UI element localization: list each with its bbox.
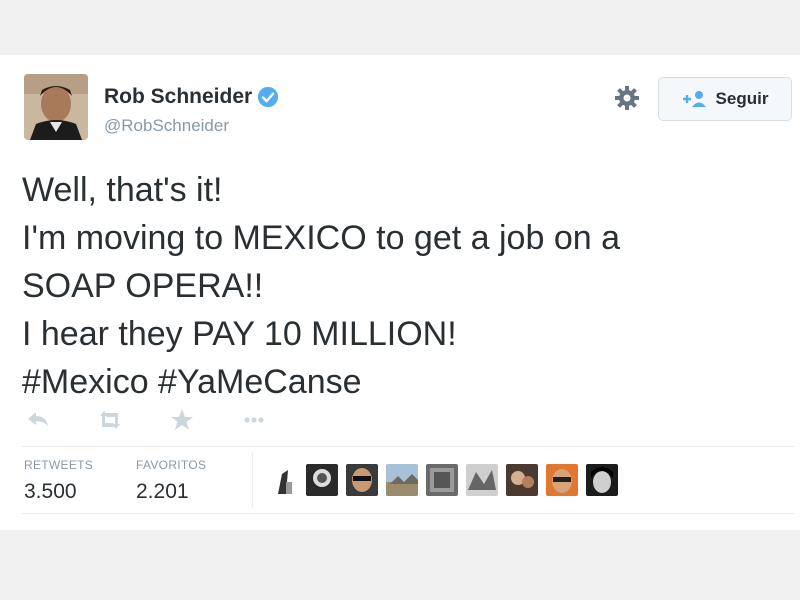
favorites-stat[interactable]: FAVORITOS 2.201 (136, 458, 206, 504)
avatar[interactable] (426, 464, 458, 496)
avatar[interactable] (306, 464, 338, 496)
tweet-hashtags[interactable]: #Mexico #YaMeCanse (22, 358, 782, 406)
retweet-icon[interactable] (96, 406, 124, 434)
user-handle[interactable]: @RobSchneider (104, 116, 229, 136)
reply-icon[interactable] (24, 406, 52, 434)
user-name-row: Rob Schneider (104, 84, 279, 110)
tweet-text-line: SOAP OPERA!! (22, 267, 264, 305)
divider (22, 513, 794, 514)
retweets-count: 3.500 (24, 480, 77, 503)
follow-label: Seguir (715, 89, 769, 108)
avatar[interactable] (346, 464, 378, 496)
user-name[interactable]: Rob Schneider (104, 85, 252, 109)
follow-button[interactable]: Seguir (658, 77, 792, 121)
divider (252, 452, 253, 508)
avatar[interactable] (586, 464, 618, 496)
retweets-label: RETWEETS (24, 458, 94, 472)
avatar[interactable] (506, 464, 538, 496)
verified-badge-icon (258, 86, 279, 108)
more-icon[interactable] (240, 406, 268, 434)
retweets-stat[interactable]: RETWEETS 3.500 (24, 458, 93, 504)
add-user-icon (682, 91, 706, 107)
divider (22, 446, 794, 447)
avatar[interactable] (466, 464, 498, 496)
avatar[interactable] (546, 464, 578, 496)
tweet-text: Well, that's it! I'm moving to MEXICO to… (22, 166, 782, 406)
avatar[interactable] (386, 464, 418, 496)
avatar[interactable] (24, 74, 88, 140)
favorites-label: FAVORITOS (136, 458, 207, 472)
tweet-text-line: Well, that's it! (22, 171, 223, 209)
avatar[interactable] (272, 464, 294, 496)
favorites-count: 2.201 (136, 480, 189, 503)
gear-icon[interactable] (613, 84, 641, 112)
tweet-text-line: I'm moving to MEXICO to get a job on a (22, 219, 620, 257)
tweet-text-line: I hear they PAY 10 MILLION! (22, 315, 457, 353)
favorite-icon[interactable] (168, 406, 196, 434)
